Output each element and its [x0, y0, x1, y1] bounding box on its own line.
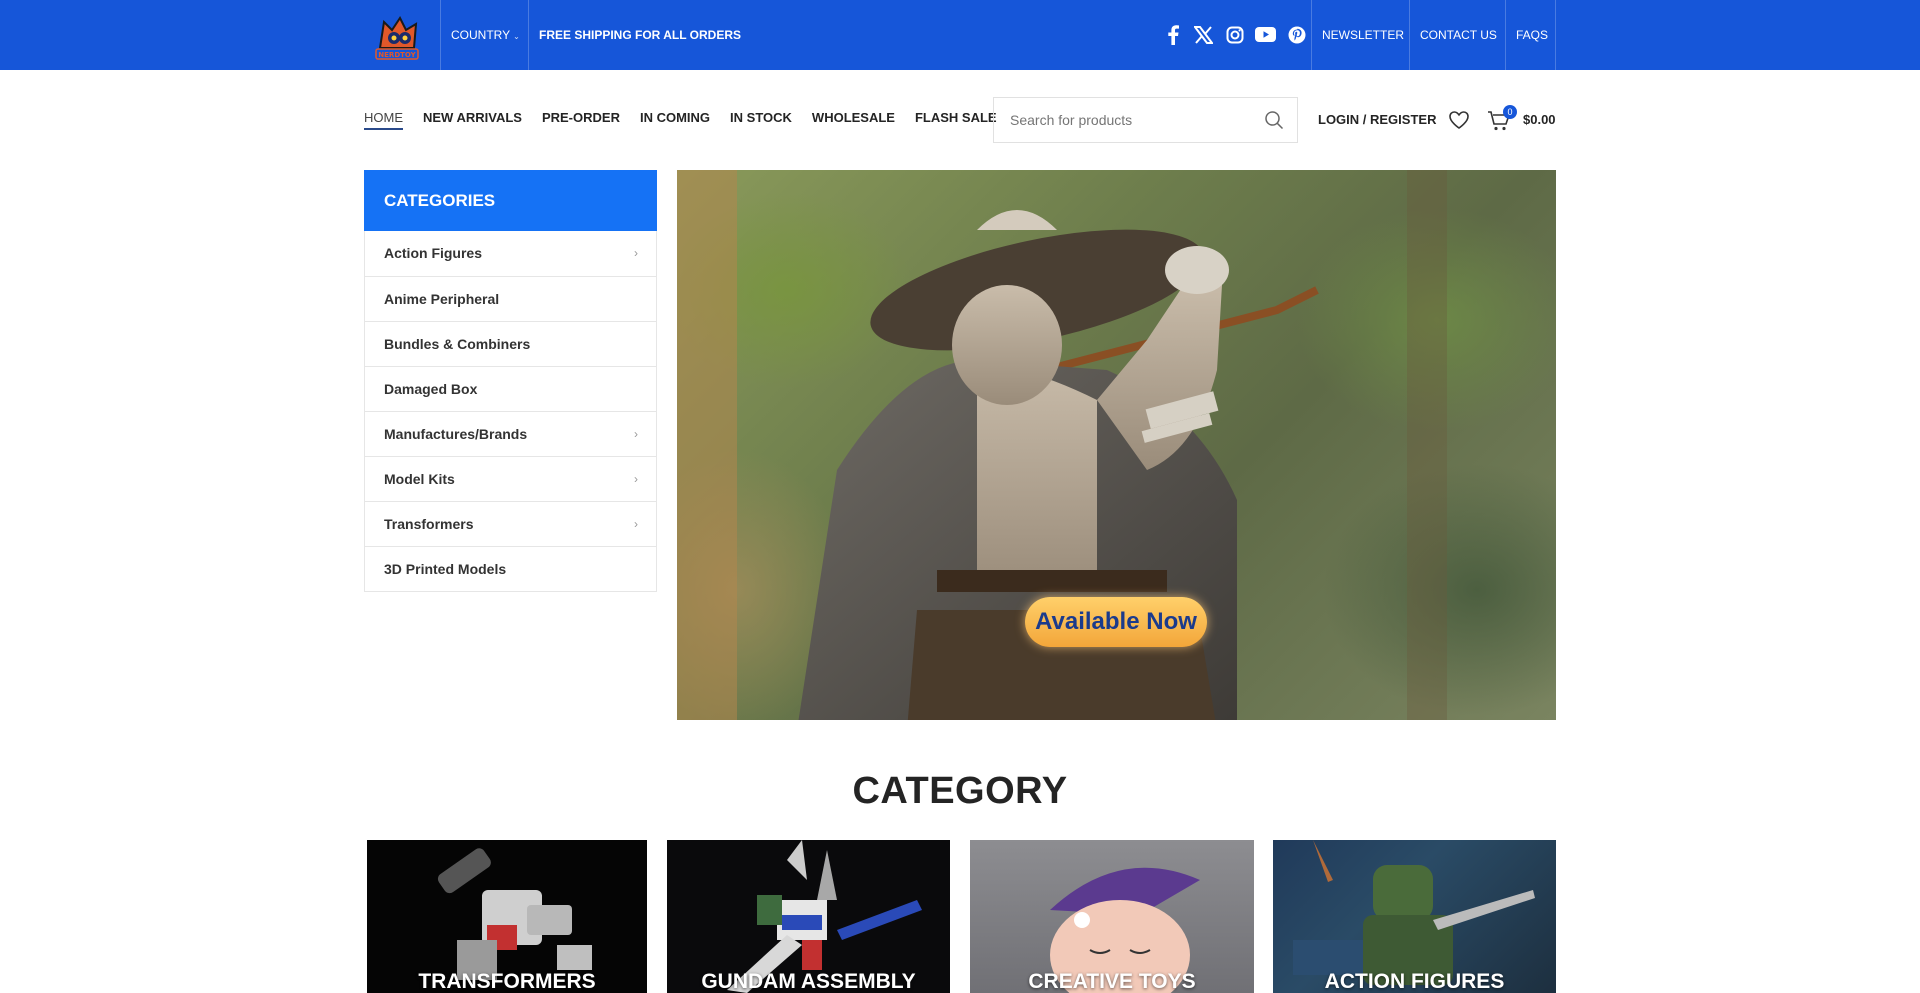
- category-cards: TRANSFORMERS GUNDAM ASSEMBLY CREATIVE TO…: [367, 840, 1556, 993]
- instagram-icon[interactable]: [1224, 24, 1245, 45]
- category-card-label: ACTION FIGURES: [1324, 970, 1505, 993]
- category-item-model-kits[interactable]: Model Kits ›: [365, 456, 656, 501]
- category-item-damaged-box[interactable]: Damaged Box: [365, 366, 656, 411]
- faqs-link[interactable]: FAQS: [1516, 0, 1548, 70]
- cart-total[interactable]: $0.00: [1523, 112, 1556, 127]
- category-card-action-figures[interactable]: ACTION FIGURES: [1273, 840, 1556, 993]
- nav-item-in-stock[interactable]: IN STOCK: [730, 110, 792, 130]
- category-item-label: Manufactures/Brands: [384, 426, 528, 442]
- login-register-link[interactable]: LOGIN / REGISTER: [1318, 112, 1436, 127]
- category-card-gundam-assembly[interactable]: GUNDAM ASSEMBLY: [667, 840, 950, 993]
- category-item-label: 3D Printed Models: [384, 561, 507, 577]
- category-item-label: Model Kits: [384, 471, 455, 487]
- chevron-right-icon: ›: [634, 517, 638, 531]
- categories-panel: CATEGORIES Action Figures › Anime Peripher…: [364, 170, 657, 592]
- chevron-right-icon: ›: [634, 427, 638, 441]
- chevron-right-icon: ›: [634, 472, 638, 486]
- wishlist-heart-icon[interactable]: [1448, 109, 1470, 131]
- main-nav: HOME NEW ARRIVALS PRE-ORDER IN COMING IN…: [364, 110, 997, 130]
- newsletter-link[interactable]: NEWSLETTER: [1322, 0, 1404, 70]
- category-item-label: Anime Peripheral: [384, 291, 500, 307]
- youtube-icon[interactable]: [1255, 24, 1276, 45]
- top-bar: NERDTOY COUNTRY ⌄ FREE SHIPPING FOR ALL O…: [0, 0, 1920, 70]
- category-item-label: Transformers: [384, 516, 474, 532]
- category-card-label: CREATIVE TOYS: [1028, 970, 1196, 993]
- nav-item-new-arrivals[interactable]: NEW ARRIVALS: [423, 110, 522, 130]
- search-box: [993, 97, 1298, 143]
- nav-item-home[interactable]: HOME: [364, 110, 403, 130]
- category-item-transformers[interactable]: Transformers ›: [365, 501, 656, 546]
- category-card-creative-toys[interactable]: CREATIVE TOYS: [970, 840, 1254, 993]
- country-selector[interactable]: COUNTRY ⌄: [451, 0, 520, 70]
- category-item-label: Damaged Box: [384, 381, 478, 397]
- country-label: COUNTRY: [451, 28, 511, 42]
- category-card-label: GUNDAM ASSEMBLY: [701, 970, 916, 993]
- facebook-icon[interactable]: [1162, 24, 1183, 45]
- shipping-notice: FREE SHIPPING FOR ALL ORDERS: [539, 28, 742, 42]
- pinterest-icon[interactable]: [1286, 24, 1307, 45]
- x-icon[interactable]: [1193, 24, 1214, 45]
- category-item-label: Action Figures: [384, 245, 483, 261]
- search-input[interactable]: [994, 98, 1244, 142]
- categories-list: Action Figures › Anime Peripheral Bundles &…: [364, 231, 657, 592]
- category-section-title: CATEGORY: [852, 770, 1068, 812]
- category-item-manufactures-brands[interactable]: Manufactures/Brands ›: [365, 411, 656, 456]
- contact-us-link[interactable]: CONTACT US: [1420, 0, 1497, 70]
- hero-banner[interactable]: Available Now: [677, 170, 1556, 720]
- nav-item-flash-sale[interactable]: FLASH SALE: [915, 110, 997, 130]
- category-card-label: TRANSFORMERS: [418, 970, 596, 993]
- category-card-transformers[interactable]: TRANSFORMERS: [367, 840, 647, 993]
- category-item-label: Bundles & Combiners: [384, 336, 531, 352]
- nav-item-pre-order[interactable]: PRE-ORDER: [542, 110, 620, 130]
- nav-item-in-coming[interactable]: IN COMING: [640, 110, 710, 130]
- category-item-bundles-combiners[interactable]: Bundles & Combiners: [365, 321, 656, 366]
- chevron-down-icon: ⌄: [513, 32, 520, 41]
- available-now-badge[interactable]: Available Now: [1025, 597, 1207, 647]
- logo-text: NERDTOY: [378, 51, 416, 59]
- chevron-right-icon: ›: [634, 246, 638, 260]
- cart-count-badge: 0: [1503, 105, 1517, 119]
- category-item-anime-peripheral[interactable]: Anime Peripheral: [365, 276, 656, 321]
- category-item-3d-printed-models[interactable]: 3D Printed Models: [365, 546, 656, 591]
- categories-title: CATEGORIES: [364, 170, 657, 231]
- nav-item-wholesale[interactable]: WHOLESALE: [812, 110, 895, 130]
- search-icon[interactable]: [1264, 110, 1284, 130]
- social-links: [1162, 24, 1307, 45]
- category-item-action-figures[interactable]: Action Figures ›: [365, 231, 656, 276]
- site-logo[interactable]: NERDTOY: [370, 8, 424, 64]
